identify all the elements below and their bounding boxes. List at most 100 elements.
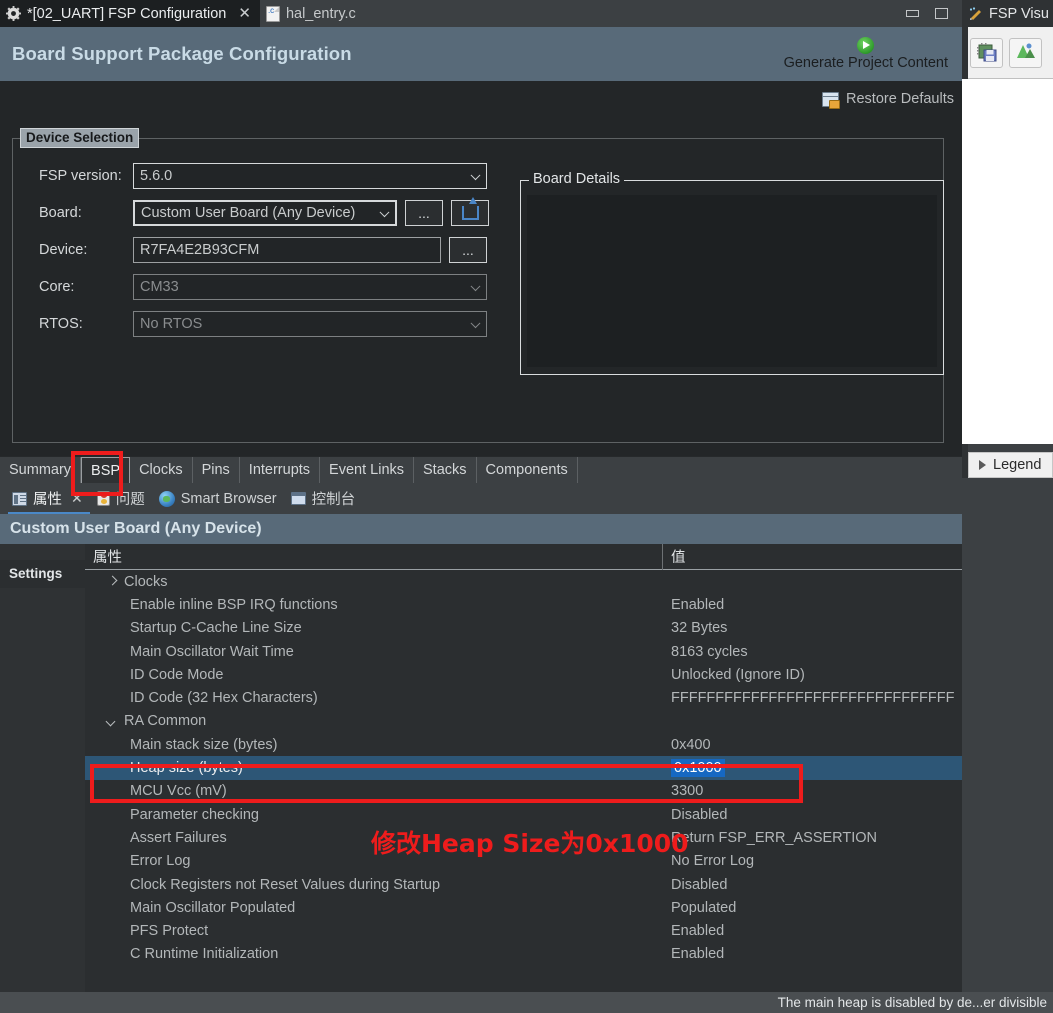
row-property-label: PFS Protect bbox=[130, 923, 209, 940]
row-property: MCU Vcc (mV) bbox=[85, 783, 662, 799]
generate-project-content-button[interactable]: Generate Project Content bbox=[784, 37, 962, 71]
view-tab-label: Smart Browser bbox=[180, 490, 277, 507]
row-property: Startup C-Cache Line Size bbox=[85, 620, 662, 636]
board-browse-button[interactable]: ... bbox=[405, 200, 443, 226]
table-row[interactable]: C Runtime Initialization Enabled bbox=[85, 943, 962, 966]
row-value[interactable]: Enabled bbox=[662, 597, 724, 613]
tab-bsp[interactable]: BSP bbox=[81, 457, 131, 483]
page-title: Board Support Package Configuration bbox=[12, 43, 352, 64]
row-property-label: Clocks bbox=[124, 573, 168, 590]
chevron-down-icon[interactable] bbox=[107, 716, 117, 726]
legend-expander[interactable]: Legend bbox=[968, 452, 1053, 478]
row-value[interactable]: Enabled bbox=[662, 946, 724, 962]
view-tab-properties[interactable]: 属性 ✕ bbox=[8, 483, 93, 514]
tab-pins[interactable]: Pins bbox=[193, 457, 240, 483]
row-property: Clocks bbox=[85, 574, 662, 590]
play-icon bbox=[857, 37, 875, 54]
row-value[interactable]: Disabled bbox=[662, 807, 727, 823]
status-bar: The main heap is disabled by de...er div… bbox=[0, 992, 1053, 1013]
row-property: PFS Protect bbox=[85, 923, 662, 939]
tab-label: hal_entry.c bbox=[285, 5, 356, 22]
row-property: Main Oscillator Wait Time bbox=[85, 644, 662, 660]
properties-body: Settings 属性 值 Clocks Enable inline BSP I… bbox=[0, 544, 962, 992]
table-row[interactable]: MCU Vcc (mV) 3300 bbox=[85, 780, 962, 803]
table-row[interactable]: Clocks bbox=[85, 570, 962, 593]
table-row[interactable]: ID Code (32 Hex Characters) FFFFFFFFFFFF… bbox=[85, 686, 962, 709]
board-combo[interactable]: Custom User Board (Any Device) bbox=[133, 200, 397, 226]
device-value: R7FA4E2B93CFM bbox=[140, 242, 260, 258]
visualization-canvas[interactable] bbox=[962, 79, 1053, 444]
row-value[interactable]: Disabled bbox=[662, 877, 727, 893]
tab-summary[interactable]: Summary bbox=[0, 457, 82, 483]
row-value[interactable]: Populated bbox=[662, 900, 736, 916]
table-row[interactable]: Main Oscillator Populated Populated bbox=[85, 896, 962, 919]
tab-fsp-configuration[interactable]: *[02_UART] FSP Configuration ✕ bbox=[0, 0, 260, 27]
row-value[interactable]: Enabled bbox=[662, 923, 724, 939]
row-property: Main stack size (bytes) bbox=[85, 737, 662, 753]
export-image-button[interactable] bbox=[970, 37, 1003, 68]
row-value[interactable]: 0x400 bbox=[662, 737, 711, 753]
tab-label: FSP Visu bbox=[989, 5, 1049, 22]
tab-interrupts[interactable]: Interrupts bbox=[240, 457, 321, 483]
view-tab-smart-browser[interactable]: Smart Browser bbox=[155, 483, 287, 514]
device-browse-button[interactable]: ... bbox=[449, 237, 487, 263]
rtos-label: RTOS: bbox=[39, 316, 83, 332]
field-rtos: RTOS: No RTOS bbox=[23, 311, 503, 337]
table-row[interactable]: Parameter checking Disabled bbox=[85, 803, 962, 826]
table-row[interactable]: RA Common bbox=[85, 710, 962, 733]
row-property: Parameter checking bbox=[85, 807, 662, 823]
row-value[interactable]: 0x1000 bbox=[662, 759, 725, 778]
graph-button[interactable] bbox=[1009, 37, 1042, 68]
tab-fsp-visualization[interactable]: FSP Visu bbox=[962, 0, 1053, 27]
settings-tab[interactable]: Settings bbox=[0, 560, 85, 588]
gear-icon bbox=[6, 6, 21, 21]
row-property-label: Error Log bbox=[130, 853, 191, 870]
device-selection-group: Device Selection FSP version: 5.6.0 Boar… bbox=[12, 128, 944, 443]
tab-hal-entry-c[interactable]: hal_entry.c bbox=[260, 0, 365, 27]
row-property-label: Clock Registers not Reset Values during … bbox=[130, 876, 441, 893]
field-fsp-version: FSP version: 5.6.0 bbox=[23, 163, 503, 189]
heap-size-row[interactable]: Heap size (bytes) 0x1000 bbox=[85, 756, 962, 780]
tab-stacks[interactable]: Stacks bbox=[414, 457, 477, 483]
board-details-content bbox=[527, 195, 937, 367]
heap-size-input[interactable]: 0x1000 bbox=[671, 759, 725, 778]
table-row[interactable]: Main Oscillator Wait Time 8163 cycles bbox=[85, 640, 962, 663]
view-tab-console[interactable]: 控制台 bbox=[287, 483, 366, 514]
core-label: Core: bbox=[39, 279, 75, 295]
close-icon[interactable]: ✕ bbox=[71, 490, 83, 507]
row-value[interactable]: 8163 cycles bbox=[662, 644, 748, 660]
minimize-button[interactable] bbox=[906, 10, 919, 17]
import-board-icon bbox=[461, 197, 479, 220]
tab-components[interactable]: Components bbox=[477, 457, 578, 483]
rtos-combo[interactable]: No RTOS bbox=[133, 311, 487, 337]
expand-arrow-icon bbox=[979, 460, 986, 470]
view-tab-problems[interactable]: 问题 bbox=[93, 483, 155, 514]
table-row[interactable]: Startup C-Cache Line Size 32 Bytes bbox=[85, 617, 962, 640]
table-row[interactable]: Clock Registers not Reset Values during … bbox=[85, 873, 962, 896]
chevron-down-icon bbox=[470, 281, 481, 292]
table-row[interactable]: Enable inline BSP IRQ functions Enabled bbox=[85, 593, 962, 616]
problems-icon bbox=[96, 491, 110, 506]
core-combo[interactable]: CM33 bbox=[133, 274, 487, 300]
row-value[interactable]: 3300 bbox=[662, 783, 703, 799]
device-textbox[interactable]: R7FA4E2B93CFM bbox=[133, 237, 441, 263]
row-property-label: Heap size (bytes) bbox=[130, 760, 243, 777]
row-value[interactable]: Unlocked (Ignore ID) bbox=[662, 667, 805, 683]
tab-event-links[interactable]: Event Links bbox=[320, 457, 415, 483]
close-icon[interactable]: ✕ bbox=[238, 6, 251, 21]
window-controls bbox=[906, 0, 962, 27]
table-row[interactable]: Main stack size (bytes) 0x400 bbox=[85, 733, 962, 756]
tab-clocks[interactable]: Clocks bbox=[130, 457, 193, 483]
row-value[interactable]: Return FSP_ERR_ASSERTION bbox=[662, 830, 877, 846]
console-icon bbox=[290, 492, 306, 505]
maximize-button[interactable] bbox=[935, 8, 948, 19]
row-value[interactable]: 32 Bytes bbox=[662, 620, 727, 636]
row-value[interactable]: FFFFFFFFFFFFFFFFFFFFFFFFFFFFFFFF bbox=[662, 690, 954, 706]
fsp-version-combo[interactable]: 5.6.0 bbox=[133, 163, 487, 189]
chevron-right-icon[interactable] bbox=[107, 577, 117, 587]
import-board-button[interactable] bbox=[451, 197, 489, 226]
tab-label: *[02_UART] FSP Configuration bbox=[27, 5, 227, 22]
table-row[interactable]: PFS Protect Enabled bbox=[85, 919, 962, 942]
table-row[interactable]: ID Code Mode Unlocked (Ignore ID) bbox=[85, 663, 962, 686]
restore-defaults-button[interactable]: Restore Defaults bbox=[822, 91, 954, 109]
